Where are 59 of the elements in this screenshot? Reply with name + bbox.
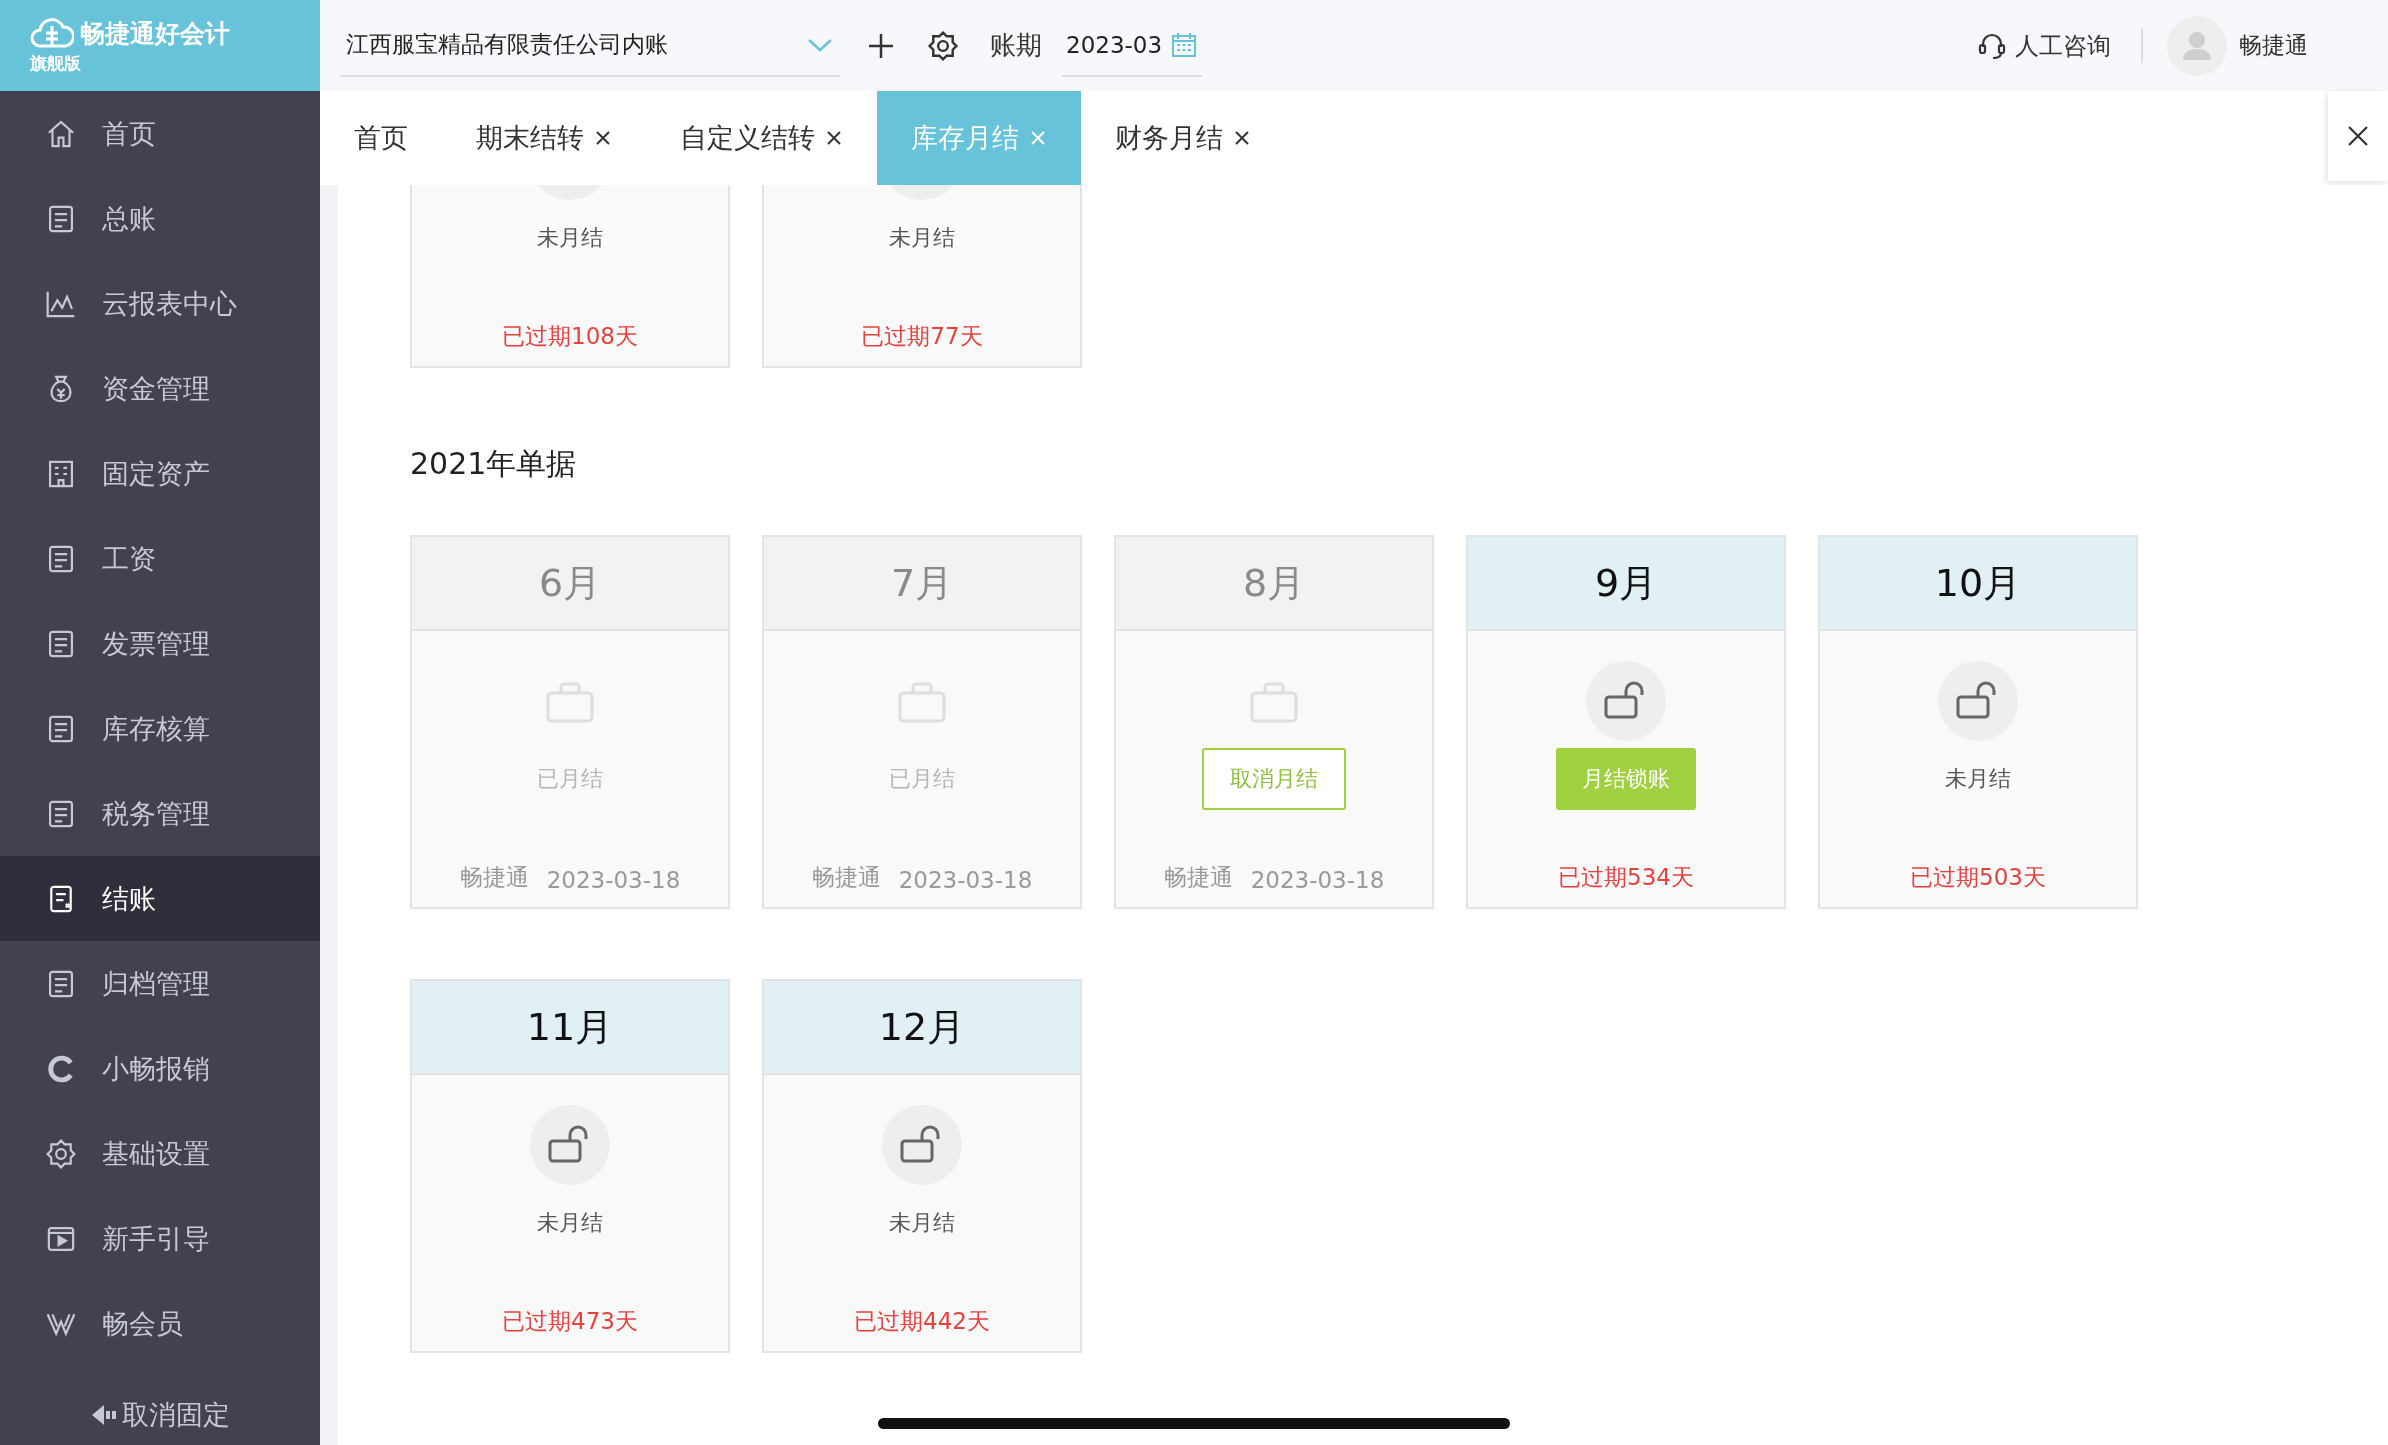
overdue-text: 已过期473天 [502,1307,638,1336]
sidebar-item[interactable]: 归档管理 [0,941,320,1026]
sidebar-item[interactable]: 首页 [0,91,320,176]
user-name[interactable]: 畅捷通 [2239,30,2308,61]
sidebar-item[interactable]: 基础设置 [0,1111,320,1196]
status-text: 未月结 [889,224,955,252]
support-link[interactable]: 人工咨询 [1971,28,2117,63]
close-icon[interactable] [825,129,843,147]
status-text: 未月结 [537,224,603,252]
sidebar-item[interactable]: 固定资产 [0,431,320,516]
closed-by-text: 畅捷通 [1163,863,1233,892]
month-label: 7月 [890,559,954,607]
month-label: 11月 [526,1003,614,1051]
sidebar-item[interactable]: 结账 [0,856,320,941]
sidebar-item[interactable]: 云报表中心 [0,261,320,346]
sidebar-item[interactable]: 新手引导 [0,1196,320,1281]
sidebar-item[interactable]: 小畅报销 [0,1026,320,1111]
closed-by-text: 畅捷通 [459,863,529,892]
cloud-logo-icon [30,16,74,50]
close-icon[interactable] [594,129,612,147]
sidebar-item[interactable]: 发票管理 [0,601,320,686]
sidebar-item[interactable]: 税务管理 [0,771,320,856]
status-text: 已月结 [889,765,955,793]
status-text: 未月结 [1945,765,2011,793]
sidebar-item[interactable]: 总账 [0,176,320,261]
edition-label: 旗舰版 [30,52,82,75]
closed-date-text: 2023-03-18 [898,867,1033,893]
sidebar-item[interactable]: 工资 [0,516,320,601]
month-label: 10月 [1934,559,2022,607]
closed-date-text: 2023-03-18 [1250,867,1385,893]
status-text: 已月结 [537,765,603,793]
status-text: 未月结 [889,1209,955,1237]
month-label: 12月 [878,1003,966,1051]
tab[interactable]: 自定义结转 [646,91,877,185]
tab[interactable]: 首页 [320,91,442,185]
section-title: 2021年单据 [410,445,578,483]
close-icon [2346,124,2370,148]
closed-date-text: 2023-03-18 [546,867,681,893]
overdue-text: 已过期442天 [854,1307,990,1336]
logo-title: 畅捷通好会计 [80,17,230,50]
month-label: 8月 [1242,559,1306,607]
overdue-text: 已过期77天 [861,322,983,351]
period-field[interactable]: 2023-03 [1062,14,1203,77]
overdue-text: 已过期503天 [1910,863,2046,892]
closed-by-text: 畅捷通 [811,863,881,892]
tab[interactable]: 期末结转 [442,91,646,185]
sidebar-item[interactable]: 资金管理 [0,346,320,431]
calendar-icon [1170,30,1199,59]
sidebar-item[interactable]: 库存核算 [0,686,320,771]
sidebar-item[interactable]: 畅会员 [0,1281,320,1366]
overdue-text: 已过期108天 [502,322,638,351]
status-text: 未月结 [537,1209,603,1237]
overdue-text: 已过期534天 [1558,863,1694,892]
month-label: 9月 [1594,559,1658,607]
period-label: 账期 [990,29,1042,62]
company-select[interactable]: 江西服宝精品有限责任公司内账 [340,14,840,77]
month-label: 6月 [538,559,602,607]
tab[interactable]: 财务月结 [1081,91,1285,185]
close-icon[interactable] [1233,129,1251,147]
